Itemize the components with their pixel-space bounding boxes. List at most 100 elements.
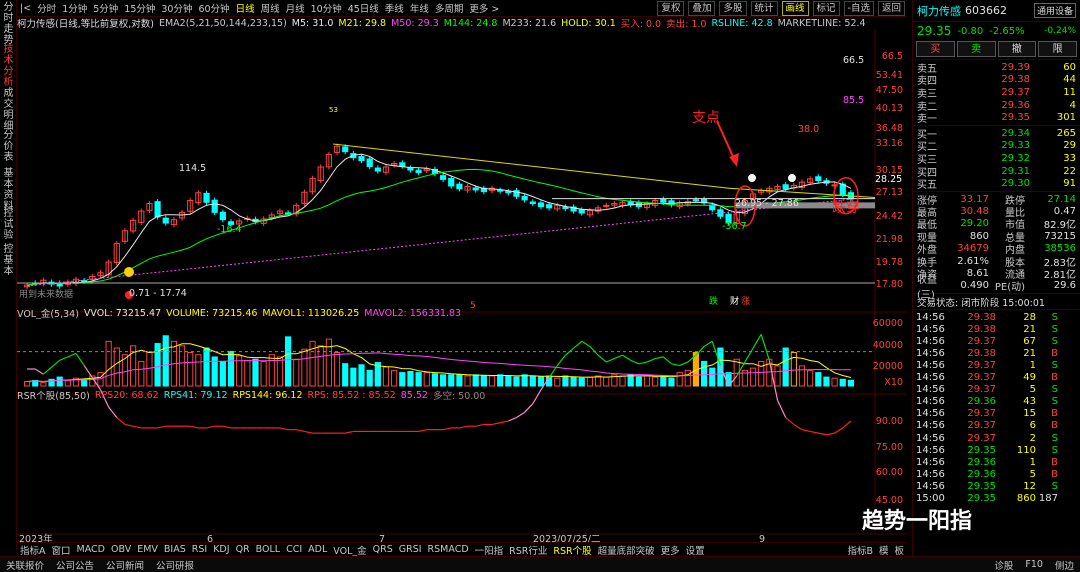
indicator-tab[interactable]: 板 xyxy=(894,543,904,557)
period-tab[interactable]: 周线 xyxy=(261,1,280,15)
tick-price: 29.37 xyxy=(967,335,996,347)
indicator-tab[interactable]: RSMACD xyxy=(428,544,469,555)
trade-button[interactable]: 撤 xyxy=(997,41,1037,57)
indicator-tab[interactable]: 模 xyxy=(879,543,889,557)
trade-button[interactable]: 限 xyxy=(1038,41,1077,57)
volume-bar xyxy=(187,352,194,387)
indicator-tab[interactable]: MACD xyxy=(77,544,105,555)
indicator-value: 卖出: 1.0 xyxy=(666,19,707,29)
status-link[interactable]: F10 xyxy=(1025,559,1043,570)
left-tab[interactable]: 技术分析 xyxy=(1,44,16,88)
toolbar-button[interactable]: 统计 xyxy=(750,0,778,16)
volume-bar xyxy=(154,343,161,387)
collapse-icon[interactable]: |< xyxy=(20,3,31,14)
period-tab[interactable]: 15分钟 xyxy=(124,1,155,15)
period-tab[interactable]: 多周期 xyxy=(435,1,464,15)
indicator-tab[interactable]: QR xyxy=(236,544,250,555)
toolbar-button[interactable]: 画线 xyxy=(781,0,809,16)
sector-button[interactable]: 通用设备 xyxy=(1033,3,1076,18)
volume-bar xyxy=(333,352,341,387)
tick-price: 29.35 xyxy=(967,480,996,492)
toolbar-button[interactable]: 多股 xyxy=(719,0,747,16)
period-tab[interactable]: 60分钟 xyxy=(198,1,229,15)
volume-bar xyxy=(342,363,349,387)
indicator-tab[interactable]: ADL xyxy=(308,544,327,555)
left-tab[interactable]: 分价表 xyxy=(1,130,16,163)
indicator-tab[interactable]: 窗口 xyxy=(52,543,71,557)
price-axis-label: 17.80 xyxy=(876,279,903,290)
candlestick xyxy=(700,196,708,206)
status-link[interactable]: 侧边 xyxy=(1055,558,1074,572)
indicator-tab[interactable]: 指标B xyxy=(847,543,873,557)
indicator-tab[interactable]: BOLL xyxy=(256,544,280,555)
indicator-tab[interactable]: KDJ xyxy=(213,544,229,555)
status-link[interactable]: 关联报价 xyxy=(6,558,44,572)
watermark-text: 趋势一阳指 xyxy=(862,509,973,534)
tick-time: 14:56 xyxy=(916,456,945,468)
rsr-line-segment xyxy=(810,430,819,434)
candlestick xyxy=(766,185,773,195)
volume-value: VOLUME: 73215.46 xyxy=(166,307,258,319)
period-tab[interactable]: 更多 > xyxy=(469,1,499,15)
indicator-tab[interactable]: VOL_金 xyxy=(333,543,366,557)
indicator-tab[interactable]: 一阳指 xyxy=(475,543,504,557)
rsr-indicator-header: RSR个股(85,50) RPS20: 68.62 RPS41: 79.12 RPS1… xyxy=(17,389,907,402)
indicator-tab[interactable]: 设置 xyxy=(686,543,705,557)
period-tab[interactable]: 10分钟 xyxy=(311,1,342,15)
status-link[interactable]: 公司研报 xyxy=(156,558,194,572)
tick-row: 14:56 29.35 12 S xyxy=(913,480,1080,492)
left-tab[interactable]: 成交明细 xyxy=(1,88,16,132)
period-tab[interactable]: 月线 xyxy=(286,1,305,15)
period-tab[interactable]: 1分钟 xyxy=(62,1,87,15)
left-tab[interactable]: 控试验 xyxy=(1,208,16,241)
toolbar-button[interactable]: 返回 xyxy=(877,0,905,16)
indicator-tab[interactable]: RSR行业 xyxy=(509,543,547,557)
tick-price: 29.37 xyxy=(967,432,996,444)
status-link[interactable]: 公司公告 xyxy=(56,558,94,572)
toolbar-button[interactable]: 标记 xyxy=(812,0,840,16)
left-tab[interactable]: 分时走势 xyxy=(1,2,16,46)
indicator-tab[interactable]: GRSI xyxy=(399,544,422,555)
rsr-line-segment xyxy=(108,406,118,418)
tick-price: 29.38 xyxy=(967,311,996,323)
volume-bar xyxy=(40,382,47,387)
status-link[interactable]: 公司新闻 xyxy=(106,558,144,572)
tick-volume: 1 xyxy=(1029,359,1036,371)
period-tab[interactable]: 年线 xyxy=(410,1,429,15)
bid-list: 买一 29.34 265 买二 29.33 29 买三 29.32 33 买四 29.31 22 买五 2… xyxy=(913,127,1080,191)
trade-button[interactable]: 卖 xyxy=(956,41,996,57)
volume-bar xyxy=(358,364,365,387)
left-tab[interactable]: 基本资料 xyxy=(1,168,16,212)
trade-button[interactable]: 买 xyxy=(916,41,955,57)
volume-bar xyxy=(497,374,504,387)
stat-value: 2.81亿 xyxy=(1043,269,1076,281)
period-tab[interactable]: 分时 xyxy=(37,1,56,15)
indicator-tab[interactable]: QRS xyxy=(373,544,393,555)
period-tab[interactable]: 45日线 xyxy=(348,1,379,15)
period-tab[interactable]: 季线 xyxy=(385,1,404,15)
candlestick xyxy=(570,204,577,214)
indicator-tab[interactable]: 超量底部突破 xyxy=(598,543,655,557)
indicator-tab[interactable]: BIAS xyxy=(164,544,186,555)
kline-chart[interactable]: 66.553.4147.5040.1336.4833.1630.1527.132… xyxy=(17,29,907,542)
period-tab[interactable]: 5分钟 xyxy=(93,1,118,15)
status-link[interactable]: 诊股 xyxy=(994,558,1013,572)
indicator-tab[interactable]: CCI xyxy=(286,544,302,555)
rsr-line-segment xyxy=(776,399,787,418)
indicator-tab[interactable]: RSR个股 xyxy=(553,543,591,557)
rsr-value: 85.52 xyxy=(400,389,428,401)
candlestick xyxy=(317,164,324,184)
rsr-axis-label: 60.00 xyxy=(876,467,903,478)
left-tab[interactable]: 控基本 xyxy=(1,244,16,277)
indicator-tab[interactable]: EMV xyxy=(137,544,158,555)
tick-time: 14:56 xyxy=(916,359,945,371)
indicator-tab[interactable]: 更多 xyxy=(661,543,680,557)
period-tab[interactable]: 30分钟 xyxy=(161,1,192,15)
toolbar-button[interactable]: 叠加 xyxy=(688,0,716,16)
indicator-tab[interactable]: OBV xyxy=(111,544,131,555)
indicator-tab[interactable]: RSI xyxy=(192,544,207,555)
toolbar-button[interactable]: -自选 xyxy=(843,0,874,16)
indicator-tab[interactable]: 指标A xyxy=(20,543,46,557)
toolbar-button[interactable]: 复权 xyxy=(657,0,685,16)
period-tab[interactable]: 日线 xyxy=(236,1,255,15)
